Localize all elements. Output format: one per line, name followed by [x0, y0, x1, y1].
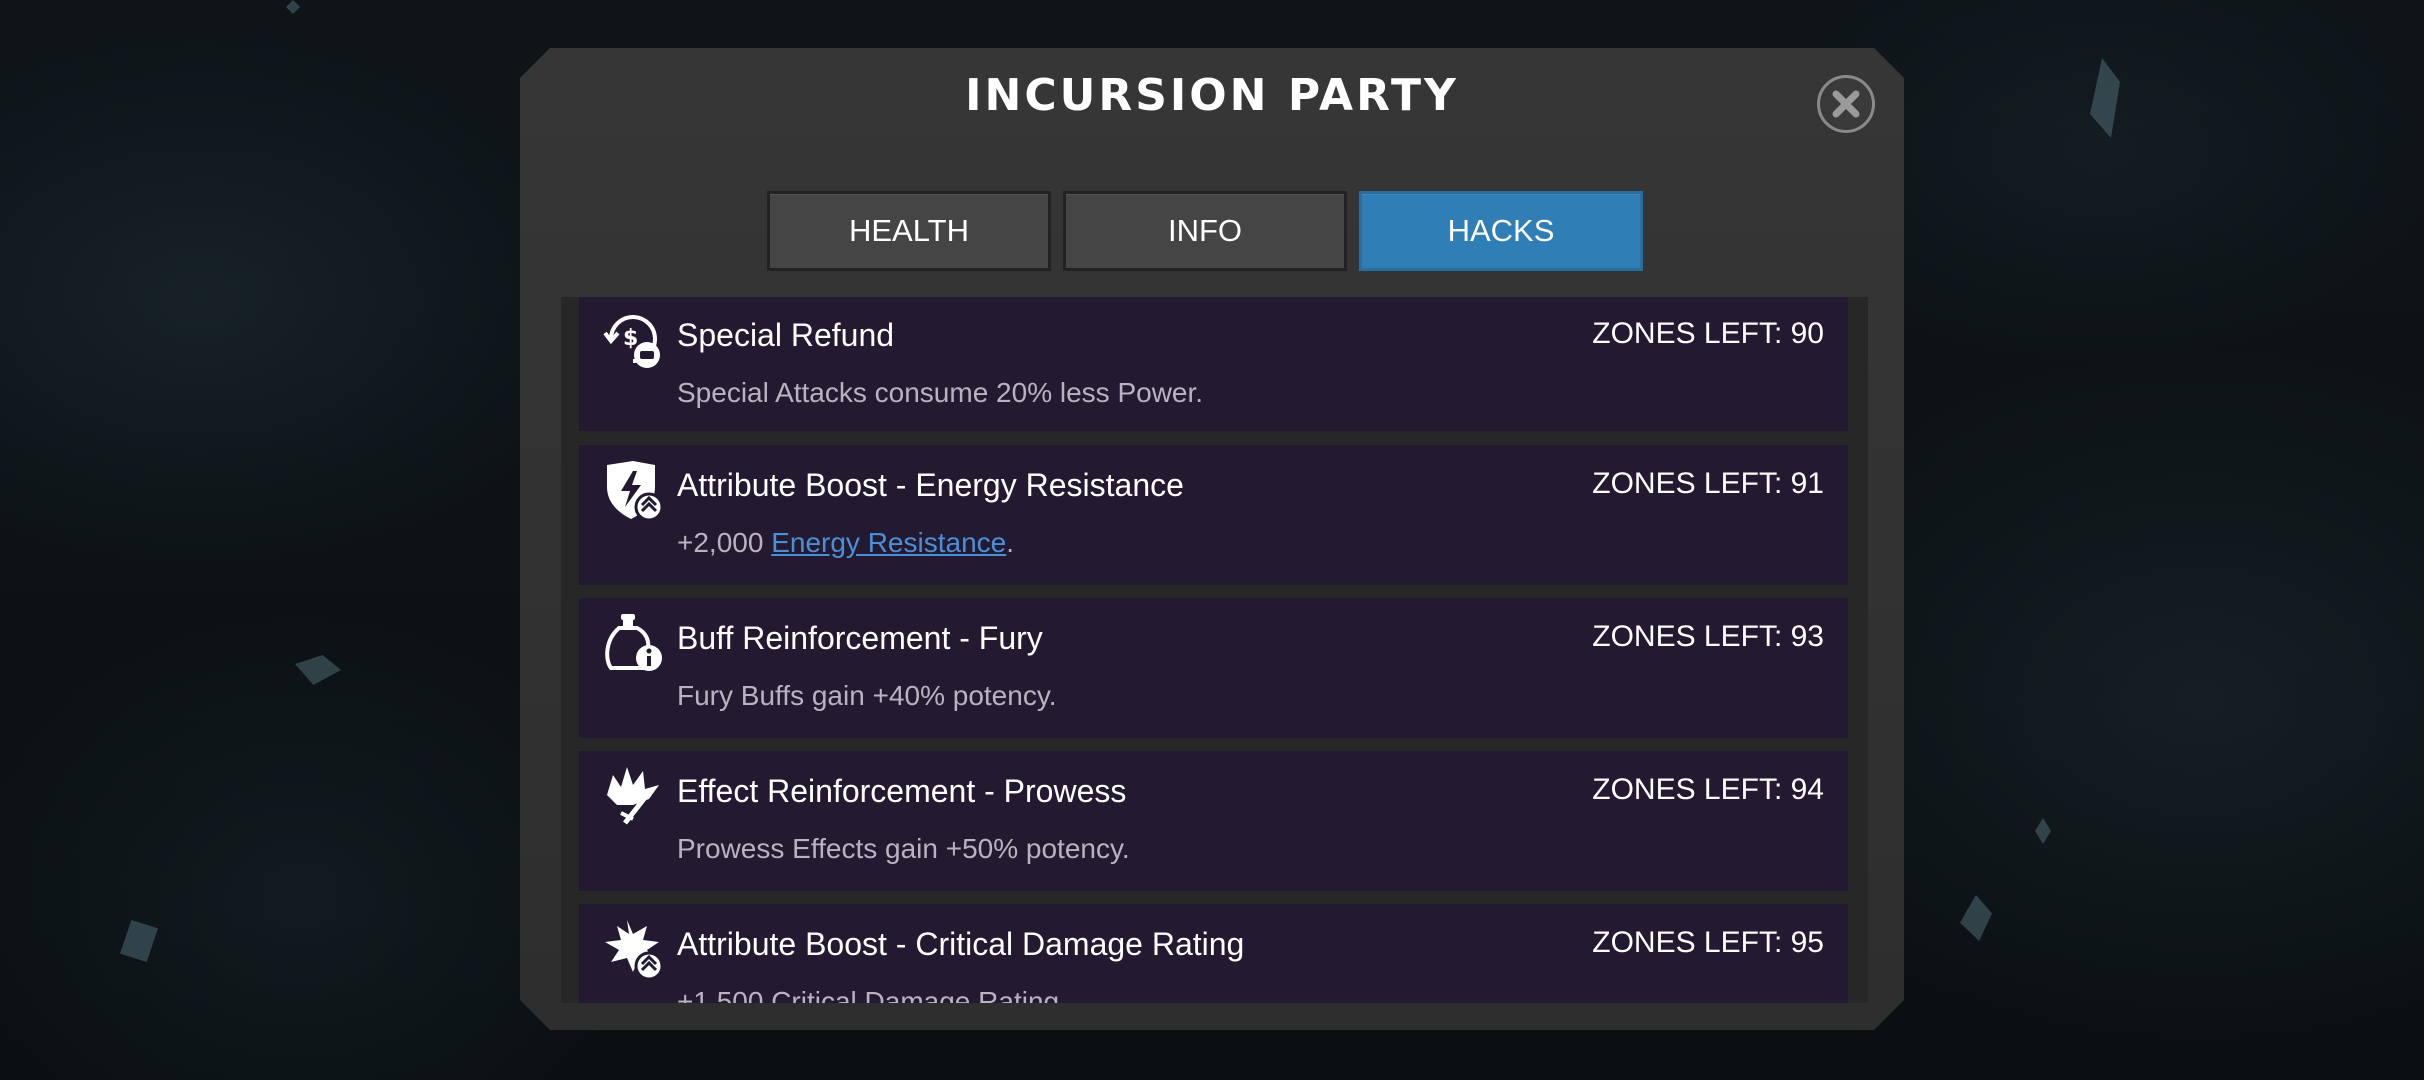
hack-row-energy-resistance: Attribute Boost - Energy Resistance ZONE… [579, 445, 1848, 585]
hack-row-effect-prowess: Effect Reinforcement - Prowess ZONES LEF… [579, 751, 1848, 891]
description-prefix: +2,000 [677, 527, 772, 558]
tab-hacks[interactable]: HACKS [1359, 191, 1643, 271]
crystal-shard [2035, 818, 2051, 844]
tab-info[interactable]: INFO [1063, 191, 1347, 271]
hack-description: +2,000 Energy Resistance. [677, 527, 1014, 559]
energy-resistance-link[interactable]: Energy Resistance [771, 527, 1006, 558]
attribute-boost-energy-icon [607, 461, 664, 521]
zones-left: ZONES LEFT: 94 [1592, 773, 1824, 806]
hack-name: Buff Reinforcement - Fury [677, 620, 1043, 656]
crystal-shard [286, 0, 300, 14]
hack-description: Prowess Effects gain +50% potency. [677, 833, 1130, 864]
description-suffix: . [1006, 527, 1014, 558]
crystal-shard [120, 920, 158, 962]
hack-row-critical-damage: Attribute Boost - Critical Damage Rating… [579, 904, 1848, 1003]
hacks-list[interactable]: $ Special Refund ZONES LEFT: 90 Special … [561, 297, 1868, 1003]
hack-name: Special Refund [677, 317, 895, 353]
zones-left: ZONES LEFT: 93 [1592, 620, 1824, 653]
tab-bar: HEALTH INFO HACKS [767, 191, 1643, 271]
crystal-shard [1960, 895, 1992, 941]
hack-description: +1,500 Critical Damage Rating. [677, 986, 1067, 1003]
hack-name: Attribute Boost - Energy Resistance [677, 467, 1184, 503]
hack-description: Fury Buffs gain +40% potency. [677, 680, 1057, 711]
crystal-shard [295, 655, 341, 685]
tab-health[interactable]: HEALTH [767, 191, 1051, 271]
hack-name: Attribute Boost - Critical Damage Rating [677, 926, 1245, 962]
hack-row-buff-fury: Buff Reinforcement - Fury ZONES LEFT: 93… [579, 598, 1848, 738]
dialog-title: INCURSION PARTY [965, 70, 1459, 121]
svg-text:$: $ [623, 326, 638, 351]
effect-reinforcement-icon [607, 767, 659, 825]
zones-left: ZONES LEFT: 95 [1592, 926, 1824, 959]
buff-reinforcement-icon [605, 614, 662, 671]
close-icon [1832, 90, 1860, 118]
special-refund-icon: $ [603, 315, 660, 368]
zones-left: ZONES LEFT: 91 [1592, 467, 1824, 500]
attribute-boost-critical-icon [605, 920, 664, 980]
hack-name: Effect Reinforcement - Prowess [677, 773, 1127, 809]
hack-description: Special Attacks consume 20% less Power. [677, 377, 1204, 408]
zones-left: ZONES LEFT: 90 [1592, 317, 1824, 350]
close-button[interactable] [1817, 75, 1875, 133]
hack-row-special-refund: $ Special Refund ZONES LEFT: 90 Special … [579, 297, 1848, 431]
